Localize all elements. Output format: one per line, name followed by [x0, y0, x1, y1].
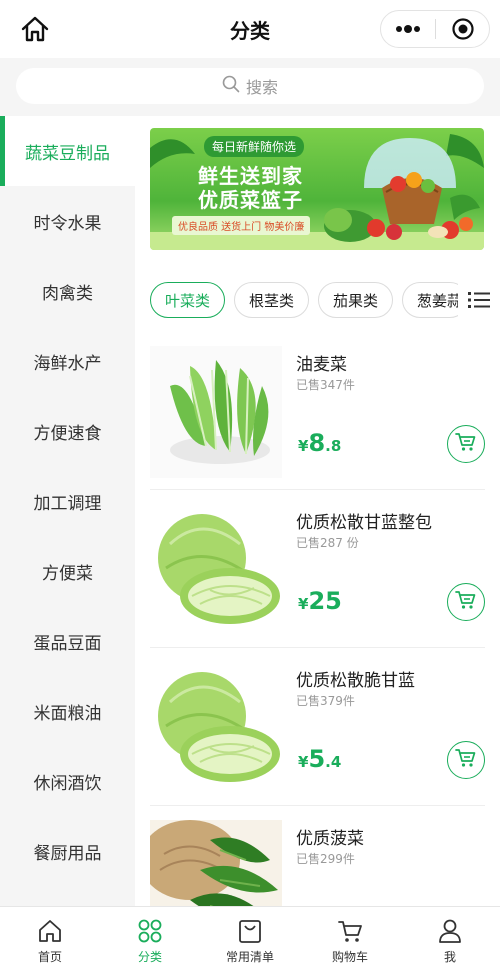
- sidebar-item-meat[interactable]: 肉禽类: [0, 256, 135, 326]
- product-name: 优质菠菜: [296, 829, 364, 849]
- sidebar-item-grain-oil[interactable]: 米面粮油: [0, 676, 135, 746]
- sidebar-item-eggs-tofu[interactable]: 蛋品豆面: [0, 606, 135, 676]
- cart-icon: [455, 432, 477, 456]
- cart-icon: [336, 917, 364, 945]
- tabbar-label: 我: [443, 950, 456, 964]
- cart-icon: [455, 590, 477, 614]
- search-bar-area: 搜索: [0, 58, 500, 116]
- tabbar-item-shopping-list[interactable]: 常用清单: [200, 907, 300, 979]
- product-price: ¥25: [298, 587, 342, 615]
- product-sold-count: 已售287 份: [296, 536, 359, 550]
- home-icon[interactable]: [20, 14, 50, 44]
- banner-tag: 每日新鲜随你选: [204, 136, 305, 157]
- tabbar-item-me[interactable]: 我: [400, 907, 500, 979]
- cart-icon: [455, 748, 477, 772]
- sidebar-item-vegetables[interactable]: 蔬菜豆制品: [0, 116, 135, 186]
- nav-header: 分类: [0, 0, 500, 58]
- add-to-cart-button[interactable]: [447, 741, 485, 779]
- product-card[interactable]: 油麦菜 已售347件 ¥8.8: [150, 332, 485, 490]
- tab-fruit-veg[interactable]: 茄果类: [318, 282, 394, 318]
- close-target-icon[interactable]: [436, 17, 489, 41]
- tabbar-item-cart[interactable]: 购物车: [300, 907, 400, 979]
- bottom-tab-bar: 首页 分类 常用清单 购物车 我: [0, 906, 500, 979]
- sidebar-item-instant-food[interactable]: 方便速食: [0, 396, 135, 466]
- banner-subheadline: 优质菜篮子: [198, 188, 303, 212]
- add-to-cart-button[interactable]: [447, 425, 485, 463]
- category-sidebar: 蔬菜豆制品 时令水果 肉禽类 海鲜水产 方便速食 加工调理 方便菜 蛋品豆面 米…: [0, 116, 135, 906]
- sidebar-item-kitchenware[interactable]: 餐厨用品: [0, 816, 135, 886]
- product-name: 优质松散脆甘蓝: [296, 671, 415, 691]
- product-sold-count: 已售379件: [296, 694, 355, 708]
- product-panel: 每日新鲜随你选 鲜生送到家 优质菜篮子 优良品质 送货上门 物美价廉 叶菜类 根…: [135, 116, 500, 906]
- tab-leafy[interactable]: 叶菜类: [150, 282, 226, 318]
- tabbar-label: 购物车: [331, 950, 368, 964]
- tab-root[interactable]: 根茎类: [234, 282, 310, 318]
- product-price: ¥8.8: [298, 429, 342, 457]
- sidebar-item-fruits[interactable]: 时令水果: [0, 186, 135, 256]
- category-icon: [136, 917, 164, 945]
- product-image-lettuce: [150, 346, 282, 478]
- product-price: ¥5.4: [298, 745, 342, 773]
- page-title: 分类: [230, 18, 270, 43]
- product-name: 油麦菜: [296, 355, 347, 375]
- subcategory-tabs: 叶菜类 根茎类 茄果类 葱姜蒜: [150, 282, 500, 318]
- user-icon: [436, 917, 464, 945]
- sidebar-item-ready-dishes[interactable]: 方便菜: [0, 536, 135, 606]
- list-view-icon[interactable]: [458, 282, 500, 318]
- sidebar-item-seafood[interactable]: 海鲜水产: [0, 326, 135, 396]
- tabbar-label: 首页: [37, 950, 62, 964]
- more-icon[interactable]: [381, 11, 435, 47]
- sidebar-item-snacks-drinks[interactable]: 休闲酒饮: [0, 746, 135, 816]
- product-sold-count: 已售347件: [296, 378, 355, 392]
- product-card[interactable]: 优质松散脆甘蓝 已售379件 ¥5.4: [150, 648, 485, 806]
- search-icon: [222, 75, 240, 97]
- product-name: 优质松散甘蓝整包: [296, 513, 432, 533]
- mini-program-capsule: [380, 10, 490, 48]
- tabbar-item-category[interactable]: 分类: [100, 907, 200, 979]
- search-placeholder: 搜索: [245, 78, 278, 97]
- product-image-cabbage: [150, 662, 282, 794]
- promo-banner[interactable]: 每日新鲜随你选 鲜生送到家 优质菜篮子 优良品质 送货上门 物美价廉: [150, 128, 484, 250]
- banner-slogan: 优良品质 送货上门 物美价廉: [172, 216, 311, 235]
- home-icon: [36, 917, 64, 945]
- add-to-cart-button[interactable]: [447, 583, 485, 621]
- product-image-spinach: [140, 820, 282, 906]
- tabbar-label: 分类: [137, 950, 162, 964]
- search-input[interactable]: 搜索: [16, 68, 484, 104]
- shopping-bag-icon: [236, 917, 264, 945]
- product-sold-count: 已售299件: [296, 852, 355, 866]
- tabbar-item-home[interactable]: 首页: [0, 907, 100, 979]
- product-card[interactable]: 优质菠菜 已售299件: [140, 806, 485, 906]
- product-card[interactable]: 优质松散甘蓝整包 已售287 份 ¥25: [150, 490, 485, 648]
- tabbar-label: 常用清单: [225, 950, 274, 964]
- sidebar-item-processed[interactable]: 加工调理: [0, 466, 135, 536]
- product-image-cabbage: [150, 504, 282, 636]
